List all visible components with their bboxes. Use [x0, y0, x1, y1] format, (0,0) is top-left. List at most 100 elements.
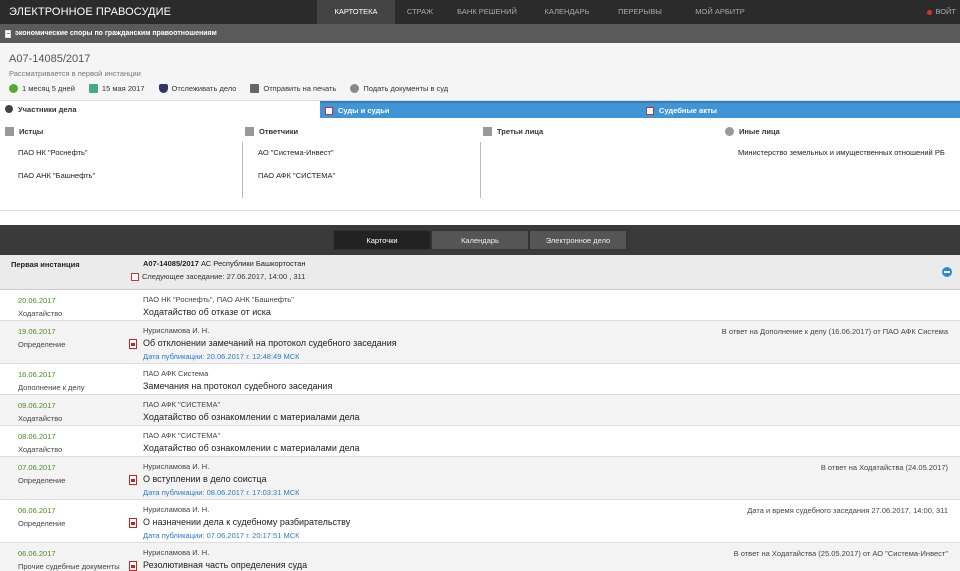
publication-date: Дата публикации: 07.06.2017 г. 20:17:51 …	[143, 531, 300, 540]
category-label: экономические споры по гражданским право…	[15, 30, 217, 37]
instance-header: Первая инстанция А07-14085/2017 АС Респу…	[0, 255, 960, 290]
document-title[interactable]: Ходатайство об отказе от иска	[143, 307, 271, 317]
document-date: 06.06.2017	[18, 506, 56, 515]
plaintiff-item[interactable]: ПАО АНК "Башнефть"	[18, 171, 242, 194]
building-icon	[483, 127, 492, 136]
document-author: ПАО АФК Система	[143, 369, 209, 378]
document-row[interactable]: 16.06.2017 Дополнение к делу ПАО АФК Систе…	[0, 364, 960, 395]
document-row[interactable]: 19.06.2017 Определение Нурисламова И. Н. Об…	[0, 321, 960, 364]
nav-item-kartoteka[interactable]: КАРТОТЕКА	[317, 0, 395, 24]
calendar-icon	[88, 84, 98, 93]
document-row[interactable]: 06.06.2017 Определение Нурисламова И. Н. О …	[0, 500, 960, 543]
category-bar: экономические споры по гражданским право…	[0, 24, 960, 43]
pdf-icon	[325, 107, 333, 115]
tab-cards[interactable]: Карточки	[333, 230, 431, 250]
plaintiff-item[interactable]: ПАО НК "Роснефть"	[18, 148, 242, 171]
document-type: Определение	[18, 340, 66, 349]
plaintiffs-heading: Истцы	[5, 127, 242, 136]
case-actions: 1 месяц 5 дней 15 мая 2017 Отслеживать д…	[9, 84, 951, 93]
document-title[interactable]: Ходатайство об ознакомлении с материалам…	[143, 412, 360, 422]
arrow-back-icon	[9, 84, 18, 93]
defendant-item[interactable]: АО "Система-Инвест"	[258, 148, 480, 171]
document-type: Дополнение к делу	[18, 383, 85, 392]
brand-logo[interactable]: ЭЛЕКТРОННОЕ ПРАВОСУДИЕ	[0, 6, 317, 18]
document-author: ПАО НК "Роснефть", ПАО АНК "Башнефть"	[143, 295, 294, 304]
case-tabs: Участники дела Суды и судьи Судебные акт…	[0, 101, 960, 118]
document-title[interactable]: О назначении дела к судебному разбирател…	[143, 517, 350, 527]
document-type: Ходатайство	[18, 309, 63, 318]
document-author: Нурисламова И. Н.	[143, 326, 210, 335]
pdf-icon[interactable]	[129, 475, 137, 485]
next-session: Следующее заседание: 27.06.2017, 14:00 ,…	[131, 272, 305, 281]
tab-acts[interactable]: Судебные акты	[641, 101, 960, 118]
duration-info: 1 месяц 5 дней	[9, 84, 75, 93]
document-row[interactable]: 08.06.2017 Ходатайство ПАО АФК "СИСТЕМА" Хо…	[0, 426, 960, 457]
participants-panel: Истцы ПАО НК "Роснефть" ПАО АНК "Башнефт…	[0, 118, 960, 211]
pdf-icon[interactable]	[129, 518, 137, 528]
document-author: ПАО АФК "СИСТЕМА"	[143, 400, 221, 409]
other-parties-column: Иные лица Министерство земельных и имуще…	[722, 127, 960, 210]
user-icon	[5, 105, 13, 113]
document-row[interactable]: 07.06.2017 Определение Нурисламова И. Н. О …	[0, 457, 960, 500]
document-title[interactable]: Ходатайство об ознакомлении с материалам…	[143, 443, 360, 453]
submit-icon	[350, 84, 360, 93]
submit-documents-button[interactable]: Подать документы в суд	[350, 84, 448, 93]
shield-icon	[158, 84, 168, 93]
nav-item-calendar[interactable]: КАЛЕНДАРЬ	[529, 0, 605, 24]
tab-participants[interactable]: Участники дела	[0, 101, 320, 118]
document-title[interactable]: Об отклонении замечаний на протокол суде…	[143, 338, 397, 348]
login-button[interactable]: ВОЙТ	[927, 0, 956, 24]
scales-icon	[5, 127, 14, 136]
pdf-icon[interactable]	[129, 561, 137, 571]
document-reference: Дата и время судебного заседания 27.06.2…	[747, 506, 948, 515]
document-type: Ходатайство	[18, 445, 63, 454]
document-author: Нурисламова И. Н.	[143, 462, 210, 471]
person-icon	[725, 127, 734, 136]
shield-icon	[245, 127, 254, 136]
document-author: Нурисламова И. Н.	[143, 505, 210, 514]
nav-item-breaks[interactable]: ПЕРЕРЫВЫ	[605, 0, 675, 24]
case-number: А07-14085/2017	[9, 53, 91, 65]
other-party-item[interactable]: Министерство земельных и имущественных о…	[738, 148, 960, 171]
login-dot-icon	[927, 9, 933, 15]
document-title[interactable]: О вступлении в дело соистца	[143, 474, 267, 484]
defendant-item[interactable]: ПАО АФК "СИСТЕМА"	[258, 171, 480, 194]
pdf-icon[interactable]	[129, 339, 137, 349]
nav-item-bank[interactable]: БАНК РЕШЕНИЙ	[445, 0, 529, 24]
third-parties-heading: Третьи лица	[483, 127, 722, 136]
document-title[interactable]: Замечания на протокол судебного заседани…	[143, 381, 332, 391]
nav-item-my-arbitr[interactable]: МОЙ АРБИТР	[675, 0, 765, 24]
plaintiffs-column: Истцы ПАО НК "Роснефть" ПАО АНК "Башнефт…	[0, 127, 242, 210]
document-reference: В ответ на Дополнение к делу (16.06.2017…	[721, 327, 948, 336]
print-button[interactable]: Отправить на печать	[250, 84, 336, 93]
column-divider	[242, 142, 243, 198]
tab-courts[interactable]: Суды и судьи	[320, 101, 641, 118]
instance-case: А07-14085/2017 АС Республики Башкортоста…	[143, 259, 306, 268]
document-type: Ходатайство	[18, 414, 63, 423]
document-date: 19.06.2017	[18, 327, 56, 336]
collapse-icon[interactable]	[942, 267, 952, 277]
document-date: 16.06.2017	[18, 370, 56, 379]
tab-electronic-case[interactable]: Электронное дело	[529, 230, 627, 250]
document-type: Определение	[18, 519, 66, 528]
document-row[interactable]: 09.06.2017 Ходатайство ПАО АФК "СИСТЕМА" Хо…	[0, 395, 960, 426]
track-case-button[interactable]: Отслеживать дело	[158, 84, 236, 93]
document-date: 07.06.2017	[18, 463, 56, 472]
column-divider	[480, 142, 481, 198]
nav-items: КАРТОТЕКА СТРАЖ БАНК РЕШЕНИЙ КАЛЕНДАРЬ П…	[317, 0, 765, 24]
nav-item-strazh[interactable]: СТРАЖ	[395, 0, 445, 24]
publication-date: Дата публикации: 08.06.2017 г. 17:03:31 …	[143, 488, 300, 497]
document-reference: В ответ на Ходатайства (25.05.2017) от А…	[733, 549, 948, 558]
document-title[interactable]: Резолютивная часть определения суда	[143, 560, 307, 570]
pdf-icon	[646, 107, 654, 115]
document-date: 09.06.2017	[18, 401, 56, 410]
tab-calendar[interactable]: Календарь	[431, 230, 529, 250]
top-navigation: ЭЛЕКТРОННОЕ ПРАВОСУДИЕ КАРТОТЕКА СТРАЖ Б…	[0, 0, 960, 24]
view-tabs-bar: Карточки Календарь Электронное дело	[0, 225, 960, 255]
document-date: 08.06.2017	[18, 432, 56, 441]
document-row[interactable]: 20.06.2017 Ходатайство ПАО НК "Роснефть", …	[0, 290, 960, 321]
case-status: Рассматривается в первой инстанции	[9, 69, 141, 78]
document-icon	[5, 29, 11, 38]
document-row[interactable]: 06.06.2017 Прочие судебные документы Нурис…	[0, 543, 960, 571]
calendar-icon	[131, 272, 139, 281]
